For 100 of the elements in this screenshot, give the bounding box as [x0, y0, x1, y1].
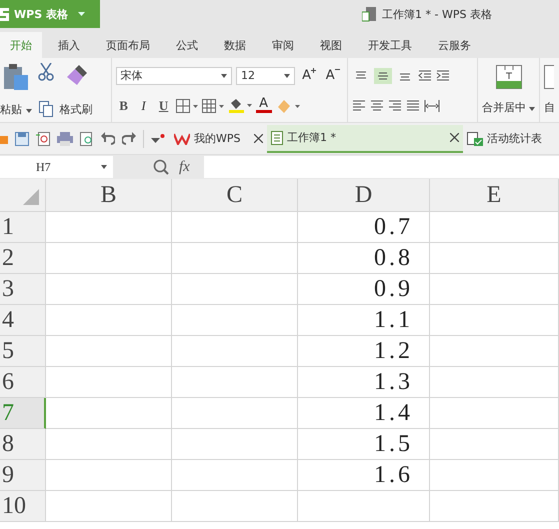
table-cell[interactable] [430, 305, 559, 336]
table-cell[interactable] [430, 429, 559, 460]
table-cell[interactable]: 1.5 [298, 429, 430, 460]
scissors-icon [38, 63, 54, 81]
menu-tab[interactable]: 页面布局 [96, 32, 160, 58]
table-cell[interactable]: 1.4 [298, 398, 430, 429]
table-cell[interactable] [46, 212, 172, 243]
caret-icon [220, 74, 227, 78]
table-cell[interactable] [172, 305, 298, 336]
table-cell[interactable] [430, 460, 559, 491]
caret-icon [529, 106, 536, 111]
select-all-icon[interactable] [23, 189, 39, 205]
row-header[interactable]: 5 [0, 336, 46, 367]
menu-tab[interactable]: 视图 [310, 32, 352, 58]
decrease-indent-icon [418, 70, 432, 82]
undo-icon [101, 132, 115, 146]
document-tab[interactable]: 我的WPS [170, 124, 267, 152]
table-cell[interactable] [172, 460, 298, 491]
print-preview-icon [80, 132, 94, 146]
font-color-button[interactable]: A [256, 98, 272, 113]
table-cell[interactable] [46, 305, 172, 336]
table-cell[interactable] [172, 243, 298, 274]
table-cell[interactable] [46, 460, 172, 491]
menu-tab[interactable]: 插入 [48, 32, 90, 58]
table-cell[interactable] [172, 367, 298, 398]
zoom-icon[interactable] [153, 159, 169, 175]
close-icon[interactable] [254, 134, 263, 143]
italic-button[interactable]: I [136, 98, 152, 114]
align-icon [354, 71, 367, 81]
table-cell[interactable] [172, 212, 298, 243]
table-cell[interactable]: 0.9 [298, 274, 430, 305]
table-cell[interactable] [172, 491, 298, 522]
column-header[interactable]: B [46, 179, 172, 212]
column-header[interactable]: C [172, 179, 298, 212]
grow-font-button[interactable]: A [299, 68, 319, 83]
format-painter-button[interactable]: 格式刷 [60, 102, 92, 117]
paste-button[interactable]: 粘贴 [0, 102, 32, 117]
align-button[interactable] [374, 68, 392, 84]
column-header[interactable]: D [298, 179, 430, 212]
copy-icon [38, 101, 52, 117]
row-header[interactable]: 4 [0, 305, 46, 336]
table-cell[interactable] [430, 491, 559, 522]
customize-caret-icon [151, 134, 165, 144]
save-icon [15, 132, 29, 146]
menu-tab[interactable]: 开始 [0, 32, 42, 58]
table-cell[interactable] [172, 429, 298, 460]
table-cell[interactable] [46, 336, 172, 367]
formula-input[interactable] [204, 156, 559, 178]
font-name-field[interactable]: 宋体 [116, 66, 232, 84]
table-cell[interactable] [46, 367, 172, 398]
table-cell[interactable] [430, 336, 559, 367]
row-header[interactable]: 10 [0, 491, 46, 522]
row-header[interactable]: 8 [0, 429, 46, 460]
distributed-align-icon [424, 100, 440, 112]
row-header[interactable]: 1 [0, 212, 46, 243]
bold-button[interactable]: B [116, 98, 132, 114]
table-cell[interactable]: 1.1 [298, 305, 430, 336]
table-cell[interactable] [430, 212, 559, 243]
table-cell[interactable] [46, 274, 172, 305]
menu-tab[interactable]: 开发工具 [358, 32, 422, 58]
merge-cells-icon [496, 65, 522, 90]
merge-center-button[interactable]: 合并居中 [482, 100, 536, 115]
row-header[interactable]: 3 [0, 274, 46, 305]
row-header[interactable]: 9 [0, 460, 46, 491]
table-cell[interactable]: 1.6 [298, 460, 430, 491]
caret-icon [26, 109, 32, 113]
table-cell[interactable] [46, 243, 172, 274]
table-cell[interactable] [46, 429, 172, 460]
table-cell[interactable] [172, 336, 298, 367]
shrink-font-button[interactable]: A [322, 68, 343, 83]
table-cell[interactable] [172, 274, 298, 305]
row-header[interactable]: 2 [0, 243, 46, 274]
table-cell[interactable] [298, 491, 430, 522]
table-cell[interactable]: 1.3 [298, 367, 430, 398]
row-header[interactable]: 6 [0, 367, 46, 398]
menu-tab[interactable]: 数据 [214, 32, 256, 58]
font-size-field[interactable]: 12 [236, 66, 296, 84]
table-cell[interactable] [430, 398, 559, 429]
document-tab[interactable]: 工作簿1 * [267, 124, 463, 152]
menu-tab[interactable]: 云服务 [428, 32, 481, 58]
column-header[interactable]: E [430, 179, 559, 212]
menu-tab[interactable]: 公式 [166, 32, 208, 58]
table-cell[interactable] [46, 398, 172, 429]
underline-button[interactable]: U [156, 98, 172, 114]
table-cell[interactable]: 0.7 [298, 212, 430, 243]
align-icon [398, 71, 411, 81]
close-icon[interactable] [450, 133, 459, 142]
table-cell[interactable] [430, 243, 559, 274]
name-box[interactable]: H7 [0, 156, 113, 178]
wrap-text-button[interactable]: 自 [544, 100, 555, 115]
menu-tab[interactable]: 审阅 [262, 32, 304, 58]
borders-icon [176, 98, 198, 112]
table-cell[interactable] [430, 367, 559, 398]
document-tab[interactable]: 活动统计表 [463, 124, 546, 152]
table-cell[interactable] [46, 491, 172, 522]
table-cell[interactable] [430, 274, 559, 305]
table-cell[interactable] [172, 398, 298, 429]
table-cell[interactable]: 0.8 [298, 243, 430, 274]
insert-function-button[interactable]: fx [179, 158, 190, 176]
table-cell[interactable]: 1.2 [298, 336, 430, 367]
